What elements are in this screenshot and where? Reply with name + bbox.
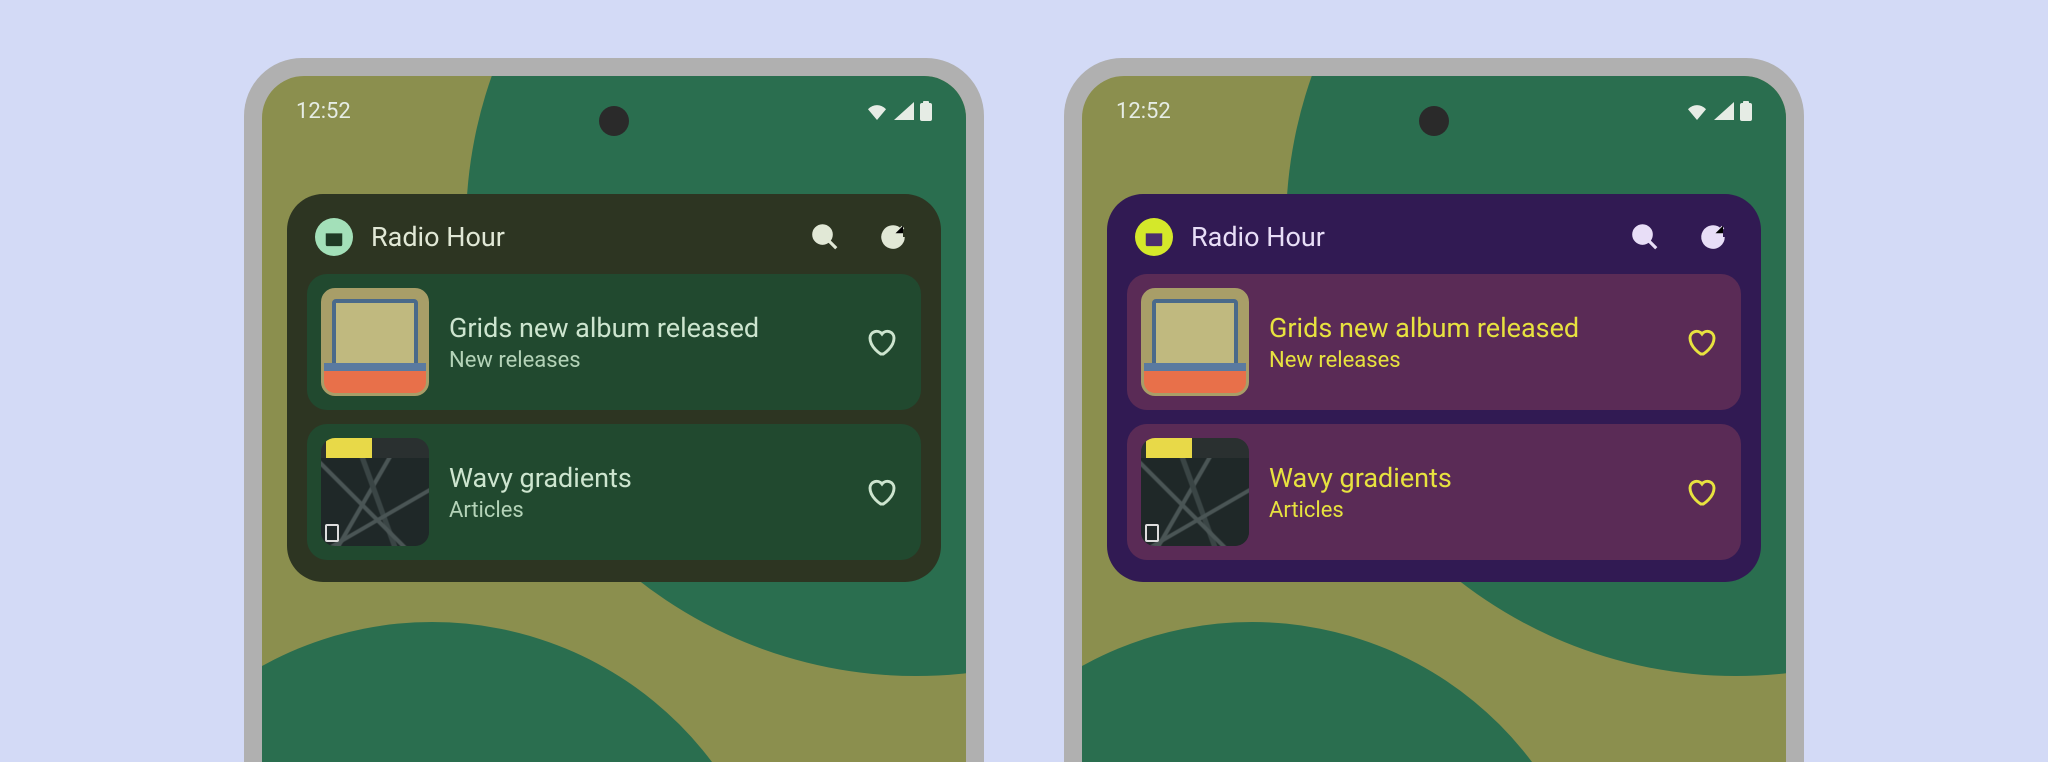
status-time: 12:52	[1116, 99, 1171, 124]
refresh-icon	[1698, 222, 1728, 252]
list-item[interactable]: Grids new album released New releases	[1127, 274, 1741, 410]
phone-mockup-green: 12:52 Radio Hour	[244, 58, 984, 762]
list-item[interactable]: Wavy gradients Articles	[307, 424, 921, 560]
radio-icon	[1143, 226, 1165, 248]
widget-header: Radio Hour	[307, 214, 921, 274]
favorite-button[interactable]	[863, 323, 901, 361]
signal-icon	[894, 102, 914, 120]
item-title: Grids new album released	[449, 312, 843, 344]
item-subtitle: Articles	[449, 498, 843, 523]
wallpaper-shape	[1082, 622, 1602, 762]
item-subtitle: Articles	[1269, 498, 1663, 523]
app-icon[interactable]	[1135, 218, 1173, 256]
item-text: Wavy gradients Articles	[1269, 462, 1663, 523]
heart-icon	[1686, 476, 1718, 508]
refresh-icon	[878, 222, 908, 252]
radio-icon	[323, 226, 345, 248]
favorite-button[interactable]	[1683, 473, 1721, 511]
wifi-icon	[1686, 102, 1708, 120]
camera-cutout	[1419, 106, 1449, 136]
item-thumbnail-album	[1141, 288, 1249, 396]
item-thumbnail-article	[321, 438, 429, 546]
radio-hour-widget[interactable]: Radio Hour Grids new album released New …	[1107, 194, 1761, 582]
heart-icon	[1686, 326, 1718, 358]
search-button[interactable]	[807, 219, 843, 255]
search-icon	[810, 222, 840, 252]
heart-icon	[866, 326, 898, 358]
camera-cutout	[599, 106, 629, 136]
item-subtitle: New releases	[449, 348, 843, 373]
search-icon	[1630, 222, 1660, 252]
status-icons	[1686, 101, 1752, 121]
battery-icon	[920, 101, 932, 121]
item-text: Wavy gradients Articles	[449, 462, 843, 523]
widget-title: Radio Hour	[371, 221, 775, 253]
item-text: Grids new album released New releases	[1269, 312, 1663, 373]
favorite-button[interactable]	[863, 473, 901, 511]
favorite-button[interactable]	[1683, 323, 1721, 361]
item-text: Grids new album released New releases	[449, 312, 843, 373]
widget-header: Radio Hour	[1127, 214, 1741, 274]
status-time: 12:52	[296, 99, 351, 124]
list-item[interactable]: Wavy gradients Articles	[1127, 424, 1741, 560]
wallpaper-shape	[262, 622, 782, 762]
app-icon[interactable]	[315, 218, 353, 256]
radio-hour-widget[interactable]: Radio Hour Grids new album released New …	[287, 194, 941, 582]
item-title: Wavy gradients	[449, 462, 843, 494]
wifi-icon	[866, 102, 888, 120]
item-subtitle: New releases	[1269, 348, 1663, 373]
phone-screen: 12:52 Radio Hour	[1082, 76, 1786, 762]
search-button[interactable]	[1627, 219, 1663, 255]
signal-icon	[1714, 102, 1734, 120]
item-title: Wavy gradients	[1269, 462, 1663, 494]
battery-icon	[1740, 101, 1752, 121]
phone-mockup-purple: 12:52 Radio Hour	[1064, 58, 1804, 762]
heart-icon	[866, 476, 898, 508]
item-thumbnail-article	[1141, 438, 1249, 546]
list-item[interactable]: Grids new album released New releases	[307, 274, 921, 410]
refresh-button[interactable]	[875, 219, 911, 255]
status-icons	[866, 101, 932, 121]
phone-screen: 12:52 Radio Hour	[262, 76, 966, 762]
item-thumbnail-album	[321, 288, 429, 396]
refresh-button[interactable]	[1695, 219, 1731, 255]
item-title: Grids new album released	[1269, 312, 1663, 344]
widget-title: Radio Hour	[1191, 221, 1595, 253]
